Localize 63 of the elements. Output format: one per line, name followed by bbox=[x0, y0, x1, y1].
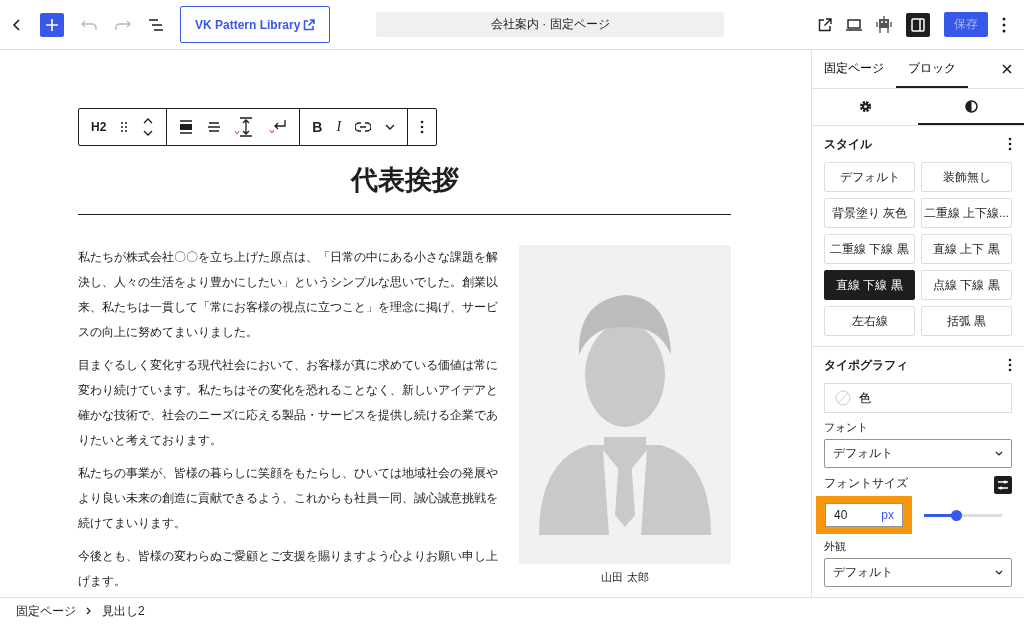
plus-icon bbox=[45, 17, 59, 32]
breadcrumb-item[interactable]: 見出し2 bbox=[102, 602, 145, 620]
field-label: 外観 bbox=[824, 539, 847, 554]
contrast-icon bbox=[964, 99, 978, 113]
paragraph: 今後とも、皆様の変わらぬご愛顧とご支援を賜りますよう心よりお願い申し上げます。 bbox=[78, 548, 499, 590]
breadcrumb-item[interactable]: 固定ページ bbox=[16, 602, 76, 620]
move-arrows-icon[interactable] bbox=[142, 117, 155, 137]
heading: 代表挨拶 bbox=[78, 162, 731, 215]
style-option[interactable]: 背景塗り 灰色 bbox=[824, 198, 915, 228]
more-icon[interactable] bbox=[420, 120, 425, 134]
appearance-select[interactable]: デフォルト bbox=[824, 558, 1012, 587]
style-option[interactable]: 点線 下線 黒 bbox=[921, 270, 1012, 300]
document-title[interactable]: 会社案内 · 固定ページ bbox=[376, 12, 725, 37]
paragraph: 目まぐるしく変化する現代社会において、お客様が真に求めている価値は常に変わり続けています。私たちはその変化を恐れることなく、新しいアイデアと確かな技術で、社会のニーズに応える製品・サービスを提供し続ける企業でありたいと考えております。 bbox=[78, 357, 499, 449]
section-title: タイポグラフィ bbox=[824, 356, 908, 374]
chevron-down-icon bbox=[995, 451, 1003, 456]
paragraph: 私たちが株式会社〇〇を立ち上げた原点は、「日常の中にある小さな課題を解決し、人々の生活をより豊かにしたい」というシンプルな思いでした。創業以来、私たちは一貫して「常にお客様の視点に立つこと」を理念に掲げ、サービスの向上に努めてまいりました。 bbox=[78, 249, 499, 341]
chevron-down-icon[interactable] bbox=[385, 124, 396, 130]
justify-icon[interactable] bbox=[207, 120, 222, 134]
font-size-field[interactable]: 40 px bbox=[825, 503, 903, 527]
list-view-icon[interactable] bbox=[148, 17, 164, 32]
sliders-icon[interactable] bbox=[994, 476, 1012, 494]
style-option[interactable]: 直線 下線 黒 bbox=[824, 270, 915, 300]
close-icon[interactable] bbox=[1002, 64, 1012, 74]
add-block-button[interactable] bbox=[40, 12, 64, 37]
style-option[interactable]: 二重線 下線 黒 bbox=[824, 234, 915, 264]
drag-handle-icon[interactable] bbox=[120, 121, 129, 133]
more-icon[interactable] bbox=[1008, 137, 1012, 151]
field-label: フォント bbox=[824, 420, 869, 435]
italic-button[interactable]: I bbox=[336, 119, 342, 135]
style-option[interactable]: 左右線 bbox=[824, 306, 915, 336]
style-option[interactable]: 二重線 上下線... bbox=[921, 198, 1012, 228]
no-color-icon bbox=[835, 390, 851, 406]
sidebar-tab[interactable]: ブロック bbox=[896, 50, 968, 88]
slider-thumb[interactable] bbox=[950, 509, 962, 521]
font-select[interactable]: デフォルト bbox=[824, 439, 1012, 468]
style-option[interactable]: 装飾無し bbox=[921, 162, 1012, 192]
settings-icon bbox=[858, 99, 872, 113]
desktop-icon[interactable] bbox=[846, 18, 862, 31]
settings-toggle[interactable] bbox=[906, 12, 930, 37]
sidebar-icon bbox=[911, 17, 925, 32]
link-icon[interactable] bbox=[355, 122, 372, 132]
pattern-library-button[interactable]: VK Pattern Library bbox=[180, 6, 331, 43]
align-icon[interactable] bbox=[179, 120, 194, 134]
color-button[interactable]: 色 bbox=[824, 383, 1012, 413]
block-type-label[interactable]: H2 bbox=[91, 120, 107, 134]
chevron-down-icon bbox=[995, 570, 1003, 575]
line-break-icon[interactable] bbox=[269, 118, 288, 136]
external-link-icon[interactable] bbox=[818, 17, 832, 32]
section-title: スタイル bbox=[824, 135, 872, 153]
style-option[interactable]: 直線 上下 黒 bbox=[921, 234, 1012, 264]
chevron-right-icon bbox=[86, 607, 92, 615]
more-icon[interactable] bbox=[1002, 16, 1006, 33]
sidebar-tab[interactable]: 固定ページ bbox=[812, 50, 896, 88]
style-option[interactable]: 括弧 黒 bbox=[921, 306, 1012, 336]
more-icon[interactable] bbox=[1008, 358, 1012, 372]
style-option[interactable]: デフォルト bbox=[824, 162, 915, 192]
image-caption: 山田 太郎 bbox=[600, 570, 650, 585]
field-label: フォントサイズ bbox=[824, 475, 908, 492]
robot-icon[interactable] bbox=[876, 15, 892, 34]
bold-button[interactable]: B bbox=[312, 119, 323, 135]
paragraph: 私たちの事業が、皆様の暮らしに笑顔をもたらし、ひいては地域社会の発展やより良い未来の創造に貢献できるよう、これからも社員一同、誠心誠意挑戦を続けてまいります。 bbox=[78, 465, 499, 532]
external-link-icon bbox=[303, 18, 316, 31]
